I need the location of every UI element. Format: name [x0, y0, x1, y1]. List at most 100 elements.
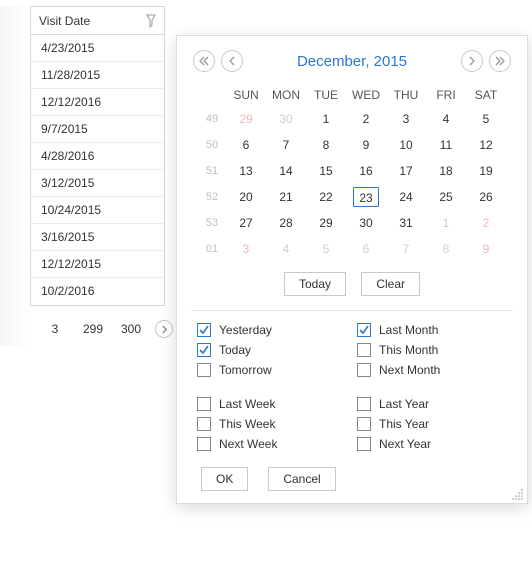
resize-grip-icon[interactable]: [512, 488, 524, 500]
checkbox-label: This Year: [379, 417, 429, 431]
prev-year-icon[interactable]: [193, 50, 215, 72]
calendar-day[interactable]: 20: [226, 184, 266, 210]
calendar-day[interactable]: 30: [266, 106, 306, 132]
ok-button[interactable]: OK: [201, 467, 248, 491]
calendar-day[interactable]: 1: [306, 106, 346, 132]
calendar-day[interactable]: 29: [306, 210, 346, 236]
pager-next-icon[interactable]: [155, 320, 173, 338]
grid-row[interactable]: 11/28/2015: [31, 62, 164, 89]
calendar-day[interactable]: 7: [386, 236, 426, 262]
calendar-day[interactable]: 18: [426, 158, 466, 184]
checkbox-icon: [357, 437, 371, 451]
calendar-day[interactable]: 17: [386, 158, 426, 184]
calendar-day[interactable]: 15: [306, 158, 346, 184]
checkbox-icon: [357, 363, 371, 377]
calendar-day[interactable]: 9: [346, 132, 386, 158]
checkbox-label: Tomorrow: [219, 363, 272, 377]
calendar-day[interactable]: 2: [346, 106, 386, 132]
grid-row[interactable]: 4/23/2015: [31, 35, 164, 62]
calendar-day[interactable]: 2: [466, 210, 506, 236]
checkbox-icon: [197, 397, 211, 411]
calendar-day[interactable]: 21: [266, 184, 306, 210]
checkbox-icon: [197, 437, 211, 451]
calendar-day[interactable]: 31: [386, 210, 426, 236]
grid-row[interactable]: 9/7/2015: [31, 116, 164, 143]
checkbox-icon: [197, 363, 211, 377]
grid-row[interactable]: 10/24/2015: [31, 197, 164, 224]
calendar-day[interactable]: 23: [346, 184, 386, 210]
calendar-day[interactable]: 4: [426, 106, 466, 132]
page-number[interactable]: 299: [81, 322, 105, 336]
filter-tomorrow[interactable]: Tomorrow: [197, 363, 347, 377]
checkbox-label: Next Week: [219, 437, 277, 451]
calendar-day[interactable]: 3: [226, 236, 266, 262]
filter-this-month[interactable]: This Month: [357, 343, 507, 357]
checkbox-icon: [357, 397, 371, 411]
calendar-title[interactable]: December, 2015: [297, 53, 407, 70]
checkbox-icon: [197, 417, 211, 431]
calendar-grid: SUNMONTUEWEDTHUFRISAT 492930123455067891…: [198, 84, 506, 262]
calendar-day[interactable]: 22: [306, 184, 346, 210]
calendar-day[interactable]: 6: [346, 236, 386, 262]
today-button[interactable]: Today: [284, 272, 346, 296]
calendar-day[interactable]: 7: [266, 132, 306, 158]
grid-row[interactable]: 3/12/2015: [31, 170, 164, 197]
calendar-day[interactable]: 26: [466, 184, 506, 210]
filter-last-year[interactable]: Last Year: [357, 397, 507, 411]
calendar-day[interactable]: 29: [226, 106, 266, 132]
calendar-day[interactable]: 5: [306, 236, 346, 262]
week-number: 53: [198, 210, 226, 236]
filter-this-year[interactable]: This Year: [357, 417, 507, 431]
calendar-day[interactable]: 12: [466, 132, 506, 158]
calendar-day[interactable]: 5: [466, 106, 506, 132]
calendar-day[interactable]: 25: [426, 184, 466, 210]
grid-row[interactable]: 3/16/2015: [31, 224, 164, 251]
calendar-day[interactable]: 9: [466, 236, 506, 262]
grid-row[interactable]: 12/12/2016: [31, 89, 164, 116]
calendar-day[interactable]: 28: [266, 210, 306, 236]
calendar-day[interactable]: 11: [426, 132, 466, 158]
grid-row[interactable]: 4/28/2016: [31, 143, 164, 170]
calendar-day[interactable]: 3: [386, 106, 426, 132]
calendar-day[interactable]: 19: [466, 158, 506, 184]
calendar-day[interactable]: 14: [266, 158, 306, 184]
checkbox-label: Today: [219, 343, 251, 357]
grid-row[interactable]: 10/2/2016: [31, 278, 164, 305]
cancel-button[interactable]: Cancel: [268, 467, 335, 491]
calendar-day[interactable]: 8: [426, 236, 466, 262]
calendar-day[interactable]: 16: [346, 158, 386, 184]
calendar-day[interactable]: 27: [226, 210, 266, 236]
filter-yesterday[interactable]: Yesterday: [197, 323, 347, 337]
page-number[interactable]: 300: [119, 322, 143, 336]
checkbox-label: Yesterday: [219, 323, 272, 337]
filter-next-year[interactable]: Next Year: [357, 437, 507, 451]
calendar-day[interactable]: 24: [386, 184, 426, 210]
prev-month-icon[interactable]: [221, 50, 243, 72]
page-number[interactable]: 3: [43, 322, 67, 336]
next-month-icon[interactable]: [461, 50, 483, 72]
week-number: 01: [198, 236, 226, 262]
week-number: 52: [198, 184, 226, 210]
clear-button[interactable]: Clear: [361, 272, 420, 296]
filter-last-month[interactable]: Last Month: [357, 323, 507, 337]
grid-column-header[interactable]: Visit Date: [31, 7, 164, 35]
filter-next-week[interactable]: Next Week: [197, 437, 347, 451]
calendar-day[interactable]: 1: [426, 210, 466, 236]
calendar-day[interactable]: 10: [386, 132, 426, 158]
calendar-day[interactable]: 4: [266, 236, 306, 262]
filter-next-month[interactable]: Next Month: [357, 363, 507, 377]
filter-today[interactable]: Today: [197, 343, 347, 357]
filter-last-week[interactable]: Last Week: [197, 397, 347, 411]
quick-filter-group: Yesterday Today Tomorrow Last Week This Week…: [191, 323, 513, 451]
filter-icon[interactable]: [146, 14, 156, 28]
calendar-day[interactable]: 8: [306, 132, 346, 158]
grid-row[interactable]: 12/12/2015: [31, 251, 164, 278]
next-year-icon[interactable]: [489, 50, 511, 72]
calendar-day[interactable]: 13: [226, 158, 266, 184]
calendar-day[interactable]: 6: [226, 132, 266, 158]
checkbox-icon: [357, 417, 371, 431]
checkbox-label: Next Year: [379, 437, 431, 451]
checkbox-label: Next Month: [379, 363, 440, 377]
calendar-day[interactable]: 30: [346, 210, 386, 236]
filter-this-week[interactable]: This Week: [197, 417, 347, 431]
